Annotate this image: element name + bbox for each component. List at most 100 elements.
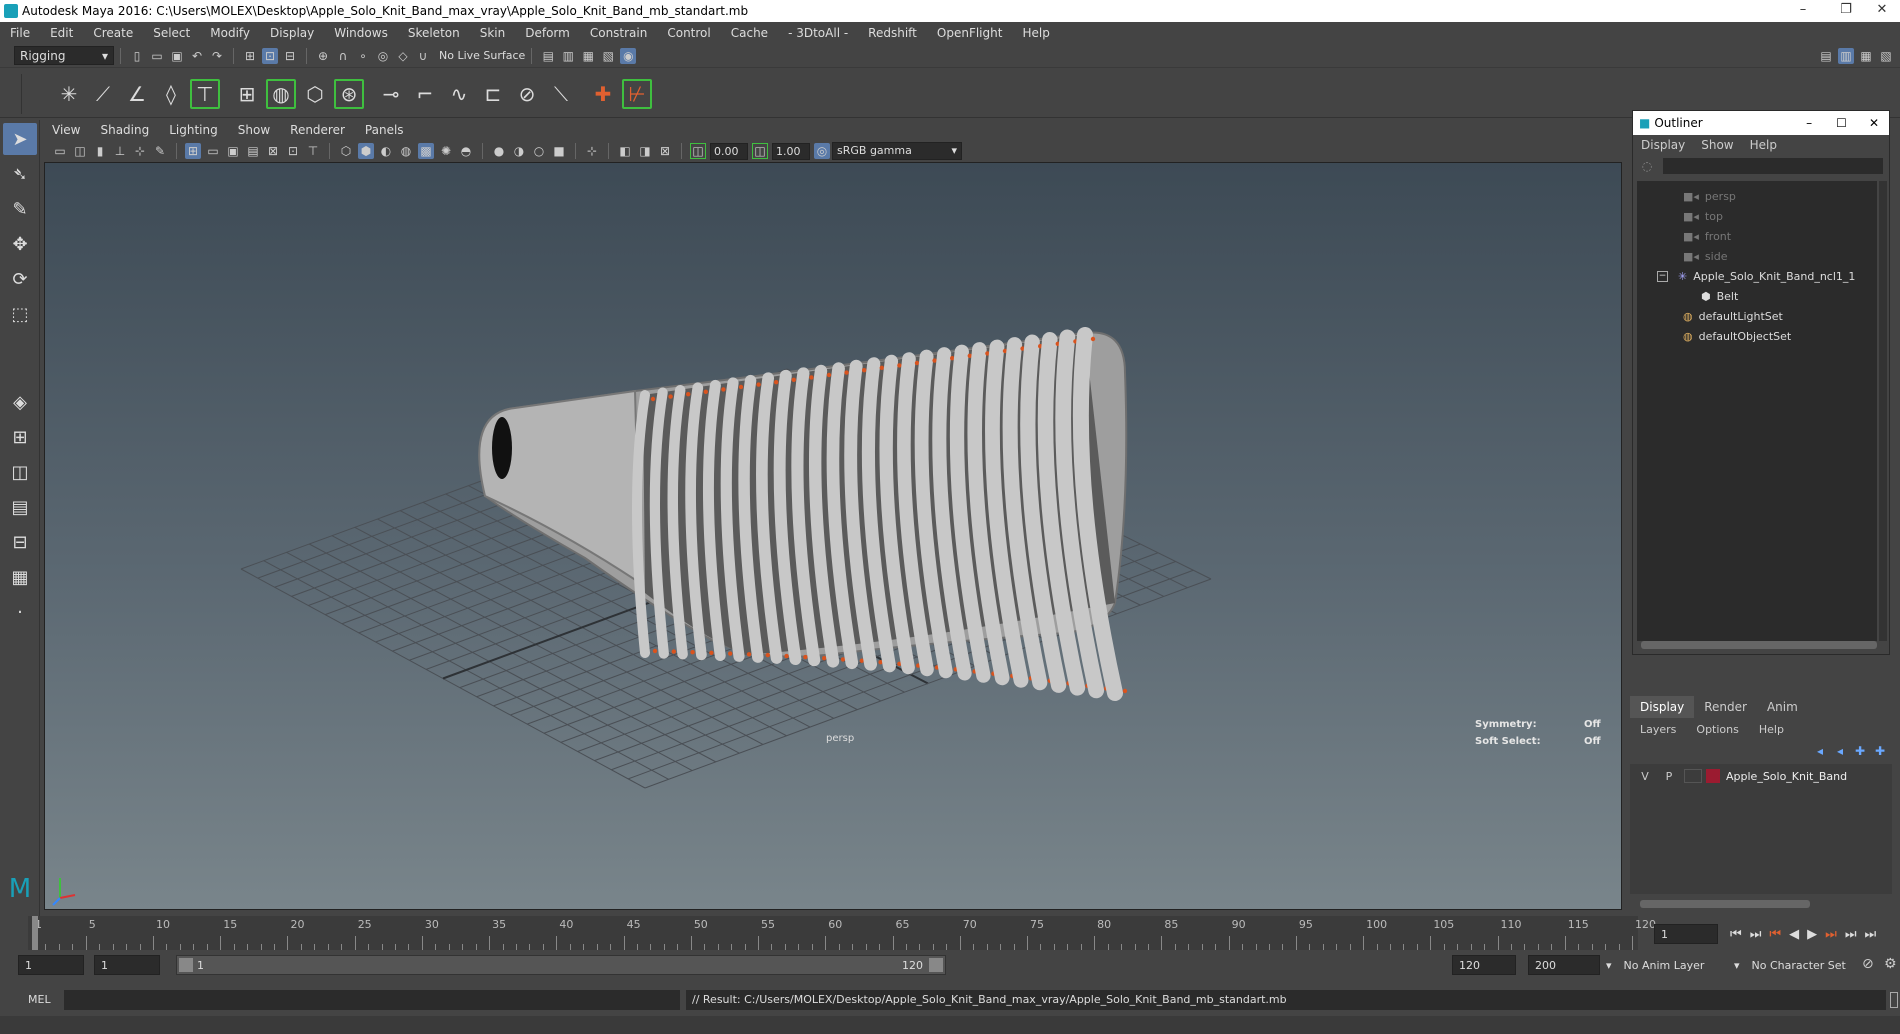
- outliner-maximize-button[interactable]: ☐: [1824, 116, 1859, 130]
- undo-icon[interactable]: ↶: [189, 48, 205, 64]
- more-layouts-icon[interactable]: ·: [3, 596, 37, 628]
- mirror-joint-icon[interactable]: ◊: [156, 79, 186, 109]
- cluster-icon[interactable]: ◍: [266, 78, 296, 109]
- 2d-pan-zoom-icon[interactable]: ⊹: [132, 143, 148, 159]
- snap-view-icon[interactable]: ◎: [375, 48, 391, 64]
- menu-edit[interactable]: Edit: [40, 26, 83, 40]
- play-forwards-icon[interactable]: ▶: [1803, 927, 1821, 942]
- viewport-menu-show[interactable]: Show: [228, 123, 280, 137]
- viewport-menu-view[interactable]: View: [42, 123, 90, 137]
- go-to-end-icon[interactable]: ⏭: [1861, 927, 1881, 942]
- step-forward-key-icon[interactable]: ⏭: [1821, 927, 1841, 942]
- shadows-icon[interactable]: ◓: [458, 143, 474, 159]
- menu-cache[interactable]: Cache: [721, 26, 778, 40]
- use-default-material-icon[interactable]: ◐: [378, 143, 394, 159]
- menu-create[interactable]: Create: [83, 26, 143, 40]
- menu-select[interactable]: Select: [143, 26, 200, 40]
- orient-constraint-icon[interactable]: ∿: [444, 79, 474, 109]
- tab-anim[interactable]: Anim: [1757, 696, 1808, 718]
- menu-file[interactable]: File: [0, 26, 40, 40]
- step-back-icon[interactable]: ⏭: [1746, 927, 1766, 942]
- range-bar[interactable]: 1 120: [176, 955, 946, 975]
- new-scene-icon[interactable]: ▯: [129, 48, 145, 64]
- grid-toggle-icon[interactable]: ⊞: [185, 143, 201, 159]
- command-input[interactable]: [64, 990, 680, 1010]
- snap-point-icon[interactable]: ∘: [355, 48, 371, 64]
- snap-curve-icon[interactable]: ∩: [335, 48, 351, 64]
- character-set-dropdown[interactable]: ▾ No Character Set: [1734, 955, 1846, 975]
- render-frame-icon[interactable]: ▤: [540, 48, 556, 64]
- four-view-layout-icon[interactable]: ⊞: [3, 421, 37, 453]
- film-gate-icon[interactable]: ▭: [205, 143, 221, 159]
- move-layer-down-icon[interactable]: ◂: [1832, 743, 1848, 759]
- menu-control[interactable]: Control: [657, 26, 720, 40]
- layer-visibility-toggle[interactable]: V: [1636, 770, 1654, 783]
- menu-deform[interactable]: Deform: [515, 26, 580, 40]
- persp-graph-layout-icon[interactable]: ⊟: [3, 526, 37, 558]
- grease-pencil-icon[interactable]: ✎: [152, 143, 168, 159]
- use-all-lights-icon[interactable]: ✺: [438, 143, 454, 159]
- xray-active-icon[interactable]: ◨: [637, 143, 653, 159]
- camera-select-icon[interactable]: ▭: [52, 143, 68, 159]
- orient-joint-icon[interactable]: ⊤: [190, 78, 220, 109]
- layer-row[interactable]: V P Apple_Solo_Knit_Band: [1630, 766, 1892, 786]
- move-layer-up-icon[interactable]: ◂: [1812, 743, 1828, 759]
- ipr-render-icon[interactable]: ▦: [580, 48, 596, 64]
- outliner-close-button[interactable]: ✕: [1859, 116, 1889, 130]
- menu-skin[interactable]: Skin: [470, 26, 516, 40]
- menu-windows[interactable]: Windows: [324, 26, 398, 40]
- viewport-menu-lighting[interactable]: Lighting: [159, 123, 228, 137]
- layer-display-type-toggle[interactable]: [1684, 769, 1702, 783]
- outliner-vertical-scrollbar[interactable]: [1879, 181, 1887, 641]
- outliner-item-defaultlightset[interactable]: ◍ defaultLightSet: [1683, 307, 1783, 325]
- select-object-icon[interactable]: ⊡: [262, 47, 278, 64]
- field-chart-icon[interactable]: ⊠: [265, 143, 281, 159]
- layer-playback-toggle[interactable]: P: [1660, 770, 1678, 783]
- point-constraint-icon[interactable]: ⊸: [376, 79, 406, 109]
- anim-layer-dropdown[interactable]: ▾ No Anim Layer: [1606, 955, 1704, 975]
- go-to-start-icon[interactable]: ⏮: [1726, 927, 1746, 942]
- range-start-handle[interactable]: [179, 958, 193, 972]
- playback-end-field[interactable]: 120: [1452, 955, 1516, 975]
- outliner-search-input[interactable]: [1663, 158, 1883, 174]
- viewport-persp[interactable]: persp Symmetry: Off Soft Select: Off: [44, 162, 1622, 910]
- channel-box-toggle-icon[interactable]: ▥: [1838, 47, 1854, 64]
- hypershade-icon[interactable]: ◉: [620, 47, 637, 64]
- outliner-item-persp[interactable]: ■◂ persp: [1683, 187, 1736, 205]
- resolution-gate-icon[interactable]: ▣: [225, 143, 241, 159]
- layer-menu-options[interactable]: Options: [1686, 723, 1748, 736]
- gate-mask-icon[interactable]: ▤: [245, 143, 261, 159]
- menu-modify[interactable]: Modify: [200, 26, 260, 40]
- script-editor-icon[interactable]: [1890, 992, 1898, 1008]
- depth-of-field-icon[interactable]: ■: [551, 143, 567, 159]
- layout-icon[interactable]: ▤: [1818, 48, 1834, 64]
- parent-constraint-icon[interactable]: ⊘: [512, 79, 542, 109]
- aim-constraint-icon[interactable]: ⌐: [410, 79, 440, 109]
- render-settings-icon[interactable]: ▧: [600, 48, 616, 64]
- snap-surface-icon[interactable]: ◇: [395, 48, 411, 64]
- outliner-item-front[interactable]: ■◂ front: [1683, 227, 1731, 245]
- menu-help[interactable]: Help: [1012, 26, 1059, 40]
- redo-icon[interactable]: ↷: [209, 48, 225, 64]
- minimize-button[interactable]: –: [1783, 2, 1823, 20]
- move-tool-icon[interactable]: ✥: [3, 228, 37, 260]
- viewport-menu-shading[interactable]: Shading: [90, 123, 159, 137]
- exposure-field[interactable]: 0.00: [710, 142, 748, 160]
- viewport-menu-panels[interactable]: Panels: [355, 123, 414, 137]
- current-time-indicator[interactable]: [32, 916, 38, 950]
- script-language-toggle[interactable]: MEL: [28, 993, 51, 1006]
- step-forward-icon[interactable]: ⏭: [1841, 927, 1861, 942]
- gamma-icon[interactable]: ◫: [752, 143, 768, 159]
- close-button[interactable]: ✕: [1862, 2, 1900, 20]
- view-transform-dropdown[interactable]: sRGB gamma ▾: [832, 142, 962, 160]
- persp-outliner-layout-icon[interactable]: ▤: [3, 491, 37, 523]
- wireframe-on-shaded-icon[interactable]: ◍: [398, 143, 414, 159]
- xray-icon[interactable]: ◧: [617, 143, 633, 159]
- current-frame-field[interactable]: 1: [1654, 924, 1718, 944]
- outliner-item-side[interactable]: ■◂ side: [1683, 247, 1727, 265]
- time-ruler[interactable]: 1 5 10 15 20 25 30 35 40 45 50 55 60 65 70 75 80 85 90 95 10…: [28, 916, 1656, 950]
- anti-aliasing-icon[interactable]: ○: [531, 143, 547, 159]
- image-plane-icon[interactable]: ⊥: [112, 143, 128, 159]
- scale-constraint-icon[interactable]: ⊏: [478, 79, 508, 109]
- layer-color-swatch[interactable]: [1706, 769, 1720, 783]
